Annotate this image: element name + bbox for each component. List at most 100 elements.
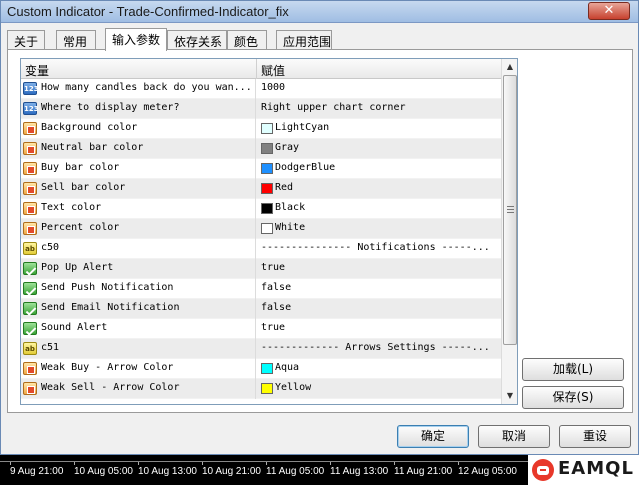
parameter-name: Percent color: [41, 222, 120, 233]
time-tick-label: 11 Aug 21:00: [394, 462, 453, 477]
time-tick-label: 11 Aug 05:00: [266, 462, 325, 477]
parameter-row[interactable]: 123 How many candles back do you wan... 10…: [21, 79, 501, 99]
cancel-button[interactable]: 取消: [478, 425, 550, 448]
parameter-row[interactable]: Sell bar color Red: [21, 179, 501, 199]
parameter-rows: 123 How many candles back do you wan... 10…: [21, 79, 501, 399]
parameter-name-cell: Sell bar color: [21, 179, 256, 199]
color-icon: [23, 202, 37, 215]
scroll-up-icon[interactable]: ▲: [502, 59, 517, 75]
parameter-name: Buy bar color: [41, 162, 120, 173]
parameter-row[interactable]: Weak Buy - Arrow Color Aqua: [21, 359, 501, 379]
parameter-value-cell[interactable]: false: [257, 299, 501, 319]
parameter-name-cell: Send Email Notification: [21, 299, 256, 319]
parameter-row[interactable]: Percent color White: [21, 219, 501, 239]
parameter-value-cell[interactable]: DodgerBlue: [257, 159, 501, 179]
color-icon: [23, 162, 37, 175]
tab-inputs[interactable]: 输入参数: [105, 28, 167, 51]
parameter-value-cell[interactable]: --------------- Notifications -----...: [257, 239, 501, 259]
parameter-name: Background color: [41, 122, 138, 133]
parameter-row[interactable]: ab c50 --------------- Notifications -----…: [21, 239, 501, 259]
time-axis: 9 Aug 21:00 10 Aug 05:00 10 Aug 13:00 10 Au…: [0, 461, 530, 477]
int-icon: 123: [23, 82, 39, 95]
column-header-variable[interactable]: 变量: [21, 59, 257, 79]
color-icon: [23, 362, 37, 375]
time-tick-label: 11 Aug 13:00: [330, 462, 389, 477]
color-swatch: [261, 143, 273, 154]
parameter-name: Text color: [41, 202, 102, 213]
parameter-value-cell[interactable]: LightCyan: [257, 119, 501, 139]
parameter-name-cell: Weak Buy - Arrow Color: [21, 359, 256, 379]
bool-icon: [23, 282, 37, 295]
time-tick-label: 10 Aug 21:00: [202, 462, 261, 477]
parameter-name-cell: Background color: [21, 119, 256, 139]
scroll-down-icon[interactable]: ▼: [502, 388, 517, 404]
parameter-row[interactable]: ab c51 ------------- Arrows Settings -----…: [21, 339, 501, 359]
save-button[interactable]: 保存(S): [522, 386, 624, 409]
load-button[interactable]: 加载(L): [522, 358, 624, 381]
parameter-name: Send Push Notification: [41, 282, 174, 293]
parameter-value-cell[interactable]: Black: [257, 199, 501, 219]
parameter-row[interactable]: Background color LightCyan: [21, 119, 501, 139]
tab-common[interactable]: 常用: [56, 30, 96, 50]
parameter-value: DodgerBlue: [275, 162, 336, 173]
parameter-row[interactable]: Text color Black: [21, 199, 501, 219]
parameter-row[interactable]: 123 Where to display meter? Right upper ch…: [21, 99, 501, 119]
vertical-scrollbar[interactable]: ▲ ▼: [501, 59, 517, 404]
parameter-row[interactable]: Buy bar color DodgerBlue: [21, 159, 501, 179]
parameter-value-cell[interactable]: true: [257, 319, 501, 339]
parameter-value-cell[interactable]: Yellow: [257, 379, 501, 399]
parameter-value: false: [261, 302, 292, 313]
parameter-name-cell: ab c51: [21, 339, 256, 359]
string-icon: ab: [23, 342, 37, 355]
parameter-value-cell[interactable]: 1000: [257, 79, 501, 99]
color-icon: [23, 382, 37, 395]
color-icon: [23, 142, 37, 155]
tab-dependencies[interactable]: 依存关系: [167, 30, 227, 50]
parameter-value-cell[interactable]: White: [257, 219, 501, 239]
parameter-value: true: [261, 262, 286, 273]
color-icon: [23, 222, 37, 235]
tab-colors[interactable]: 颜色: [227, 30, 267, 50]
parameter-name-cell: Percent color: [21, 219, 256, 239]
parameter-name-cell: Neutral bar color: [21, 139, 256, 159]
parameter-row[interactable]: Sound Alert true: [21, 319, 501, 339]
parameter-value-cell[interactable]: Gray: [257, 139, 501, 159]
color-swatch: [261, 123, 273, 134]
time-tick-label: 9 Aug 21:00: [10, 462, 64, 477]
color-swatch: [261, 203, 273, 214]
parameter-value-cell[interactable]: true: [257, 259, 501, 279]
ok-button[interactable]: 确定: [397, 425, 469, 448]
parameter-value: Yellow: [275, 382, 312, 393]
close-button[interactable]: ✕: [588, 2, 630, 20]
scrollbar-thumb[interactable]: [503, 75, 517, 345]
parameter-name: Pop Up Alert: [41, 262, 114, 273]
color-icon: [23, 122, 37, 135]
parameter-value-cell[interactable]: Right upper chart corner: [257, 99, 501, 119]
parameter-name: c51: [41, 342, 60, 353]
parameter-value: false: [261, 282, 292, 293]
parameter-name: Send Email Notification: [41, 302, 180, 313]
parameter-value: LightCyan: [275, 122, 330, 133]
title-bar[interactable]: Custom Indicator - Trade-Confirmed-Indic…: [1, 1, 638, 23]
parameter-value-cell[interactable]: false: [257, 279, 501, 299]
parameter-name-cell: Text color: [21, 199, 256, 219]
parameter-name: c50: [41, 242, 60, 253]
parameter-value-cell[interactable]: ------------- Arrows Settings -----...: [257, 339, 501, 359]
parameter-row[interactable]: Send Push Notification false: [21, 279, 501, 299]
parameter-row[interactable]: Weak Sell - Arrow Color Yellow: [21, 379, 501, 399]
parameter-value-cell[interactable]: Red: [257, 179, 501, 199]
parameter-name-cell: Weak Sell - Arrow Color: [21, 379, 256, 399]
tab-visualization[interactable]: 应用范围: [276, 30, 332, 50]
int-icon: 123: [23, 102, 39, 115]
logo-text: EAMQL: [558, 458, 634, 479]
reset-button[interactable]: 重设: [559, 425, 631, 448]
parameter-name-cell: Sound Alert: [21, 319, 256, 339]
tab-about[interactable]: 关于: [7, 30, 45, 50]
parameter-row[interactable]: Neutral bar color Gray: [21, 139, 501, 159]
column-header-value[interactable]: 赋值: [257, 59, 501, 79]
parameter-row[interactable]: Send Email Notification false: [21, 299, 501, 319]
parameter-value-cell[interactable]: Aqua: [257, 359, 501, 379]
parameter-name: Where to display meter?: [41, 102, 180, 113]
parameter-row[interactable]: Pop Up Alert true: [21, 259, 501, 279]
grip-icon: [507, 206, 514, 213]
